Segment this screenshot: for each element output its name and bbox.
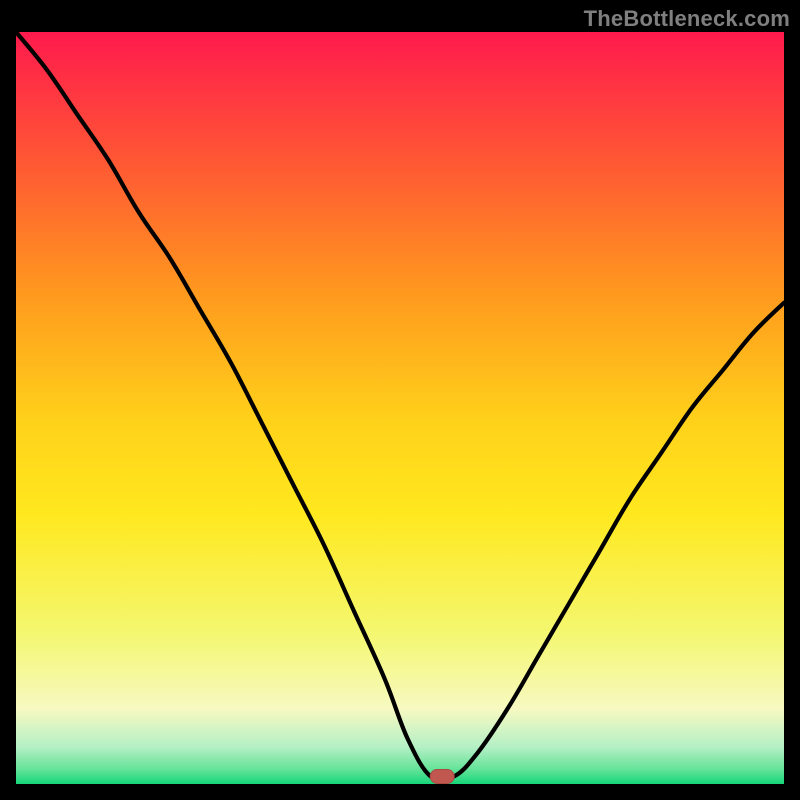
chart-frame: { "watermark": "TheBottleneck.com", "col… (0, 0, 800, 800)
heat-gradient-background (16, 32, 784, 784)
bottleneck-chart (0, 0, 800, 800)
optimal-match-marker (430, 770, 454, 784)
